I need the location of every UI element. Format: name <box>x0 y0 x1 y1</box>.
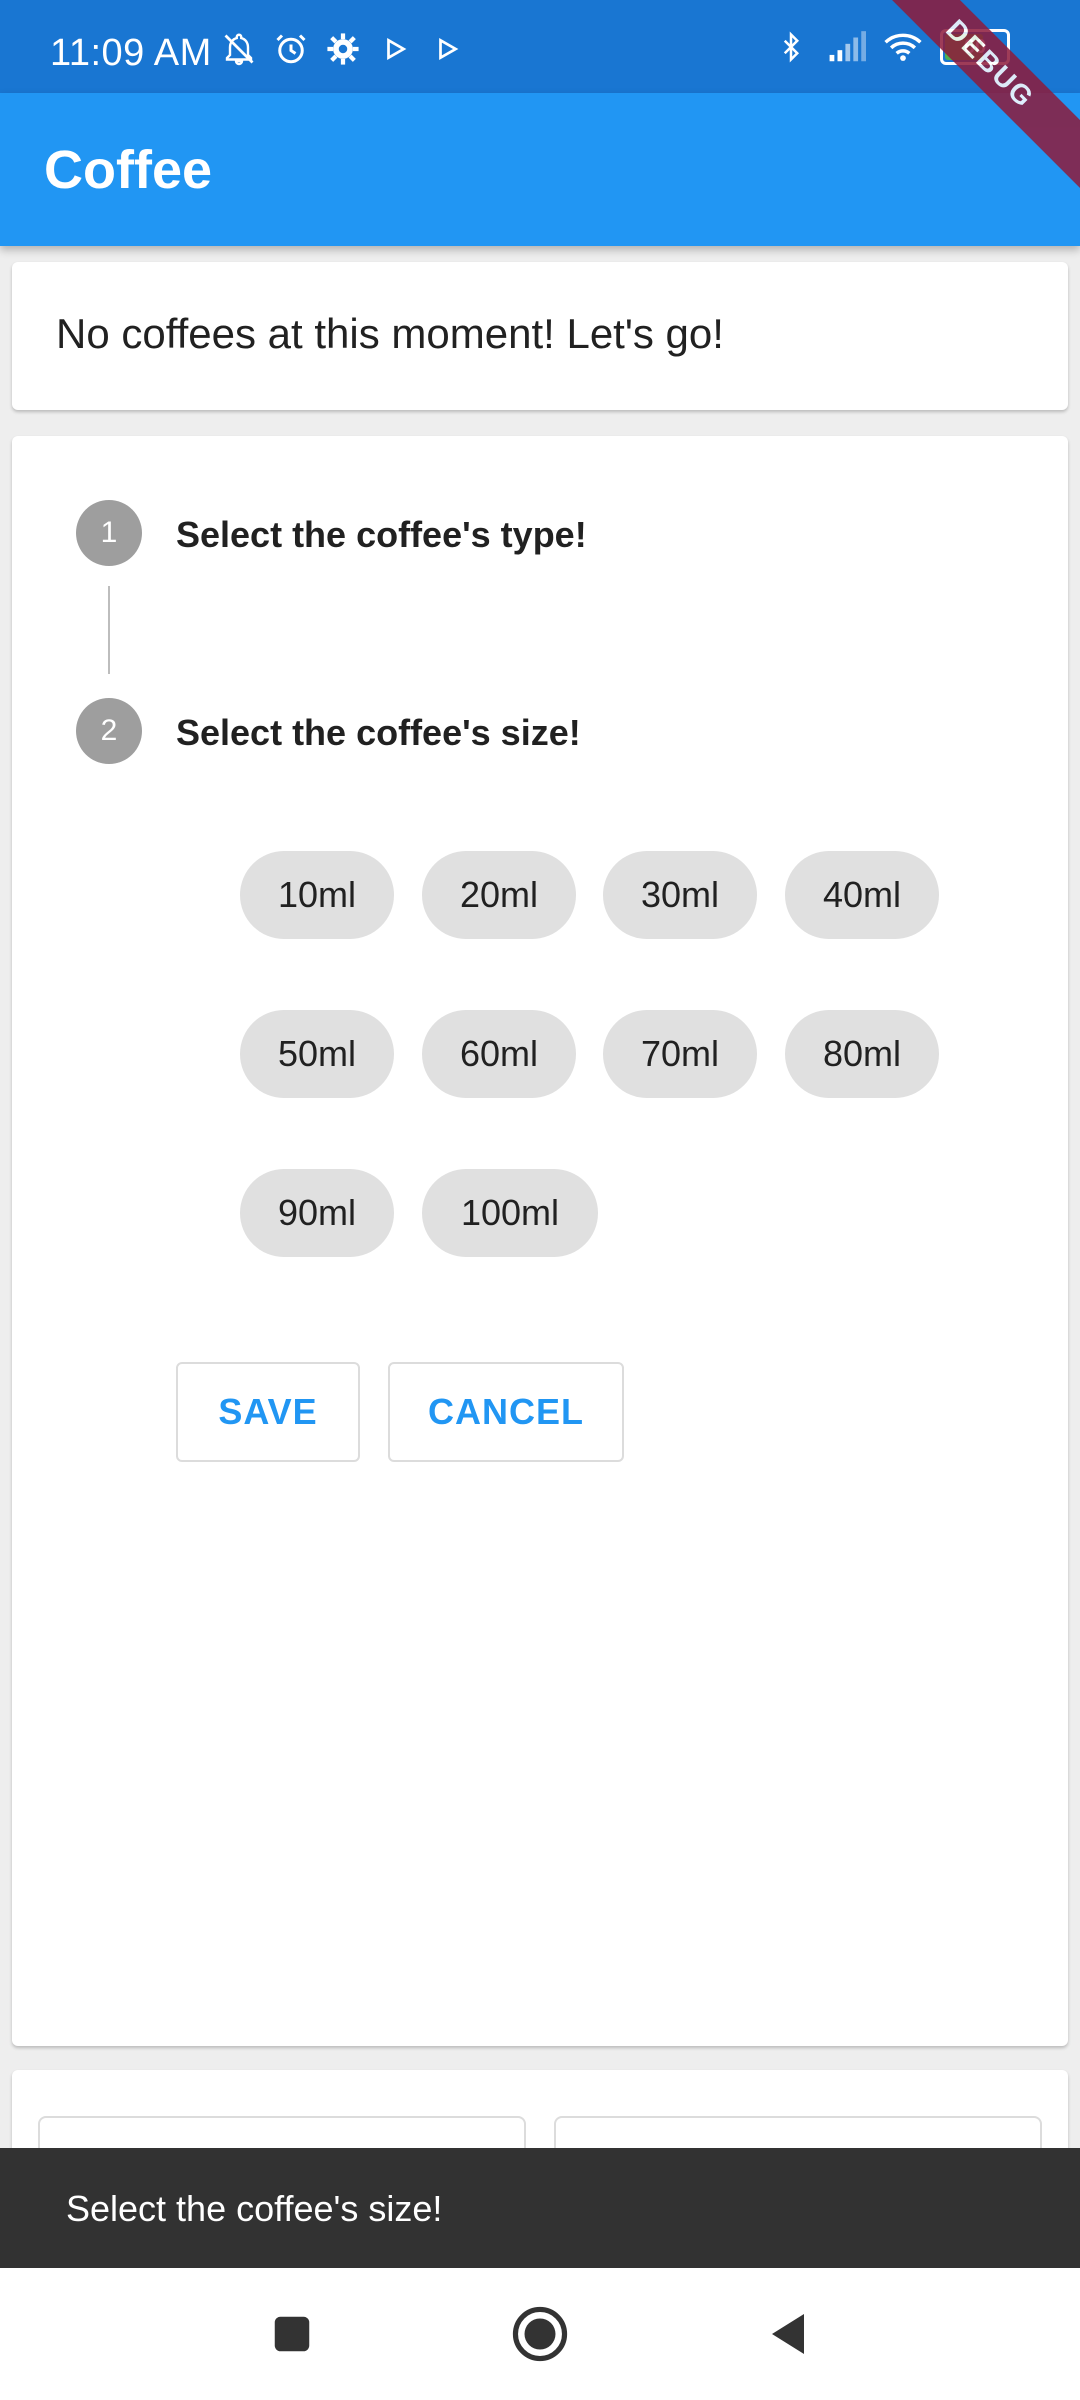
step-1-title[interactable]: Select the coffee's type! <box>176 514 587 556</box>
alarm-icon <box>272 30 310 68</box>
summary-message: No coffees at this moment! Let's go! <box>56 310 724 357</box>
status-icons-left <box>220 30 466 68</box>
status-time: 11:09 AM <box>50 32 212 74</box>
cancel-button[interactable]: CANCEL <box>388 1362 624 1462</box>
size-chip-70ml[interactable]: 70ml <box>603 1010 757 1098</box>
system-nav-bar <box>0 2268 1080 2400</box>
step-2-title[interactable]: Select the coffee's size! <box>176 712 581 754</box>
wifi-icon <box>884 28 922 66</box>
step-1-circle[interactable]: 1 <box>76 500 142 566</box>
size-chip-90ml[interactable]: 90ml <box>240 1169 394 1257</box>
snackbar: Select the coffee's size! <box>0 2148 1080 2268</box>
size-chip-40ml[interactable]: 40ml <box>785 851 939 939</box>
size-chip-100ml[interactable]: 100ml <box>422 1169 598 1257</box>
bluetooth-icon <box>772 28 810 66</box>
back-icon[interactable] <box>752 2298 824 2370</box>
size-chip-10ml[interactable]: 10ml <box>240 851 394 939</box>
size-chip-60ml[interactable]: 60ml <box>422 1010 576 1098</box>
size-chip-80ml[interactable]: 80ml <box>785 1010 939 1098</box>
stepper-card: 1 Select the coffee's type! 2 Select the… <box>12 436 1068 2046</box>
save-button[interactable]: SAVE <box>176 1362 360 1462</box>
play-icon <box>428 30 466 68</box>
size-chip-30ml[interactable]: 30ml <box>603 851 757 939</box>
size-chip-20ml[interactable]: 20ml <box>422 851 576 939</box>
notifications-off-icon <box>220 30 258 68</box>
play-icon <box>376 30 414 68</box>
app-bar: Coffee <box>0 93 1080 246</box>
app-bar-title: Coffee <box>44 140 213 200</box>
signal-icon <box>828 28 866 66</box>
step-2-circle[interactable]: 2 <box>76 698 142 764</box>
home-icon[interactable] <box>504 2298 576 2370</box>
size-chip-50ml[interactable]: 50ml <box>240 1010 394 1098</box>
settings-icon <box>324 30 362 68</box>
recents-icon[interactable] <box>256 2298 328 2370</box>
snackbar-message: Select the coffee's size! <box>66 2188 443 2229</box>
step-connector-line <box>108 586 110 674</box>
summary-card: No coffees at this moment! Let's go! <box>12 262 1068 410</box>
